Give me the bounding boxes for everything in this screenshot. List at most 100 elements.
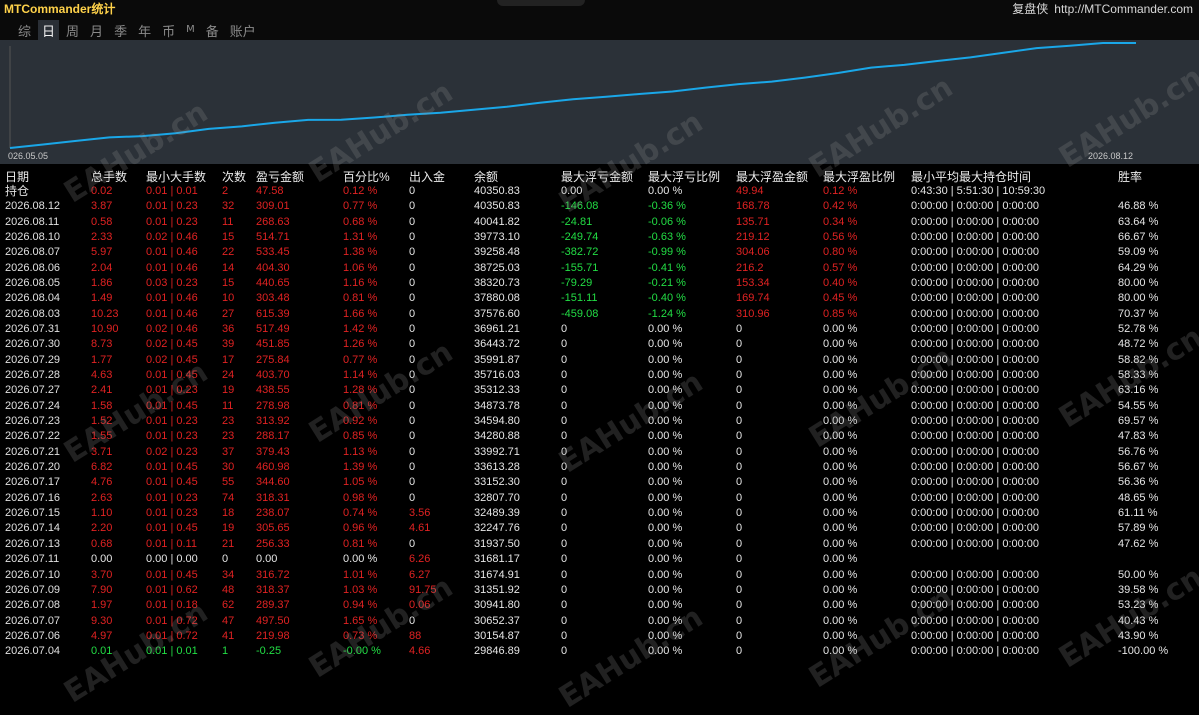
- cell-percent: 0.85 %: [343, 430, 378, 443]
- cell-minmax-lots: 0.02 | 0.46: [146, 323, 198, 336]
- cell-max-float-profit-ratio: 0.00 %: [823, 507, 858, 520]
- table-row[interactable]: 2026.07.21 3.71 0.02 | 0.23 37 379.43 1.13 % 0…: [0, 445, 1199, 460]
- cell-percent: 0.73 %: [343, 629, 378, 642]
- cell-balance: 38725.03: [474, 261, 520, 274]
- cell-max-float-profit-ratio: 0.00 %: [823, 583, 858, 596]
- tab-quarter[interactable]: 季: [110, 20, 131, 41]
- cell-max-float-profit-ratio: 0.00 %: [823, 537, 858, 550]
- cell-max-float-loss: 0: [561, 369, 568, 382]
- cell-max-float-profit: 219.12: [736, 231, 770, 244]
- cell-balance: 39773.10: [474, 231, 520, 244]
- header-pnl: 盈亏金额: [256, 170, 305, 184]
- cell-date: 2026.07.20: [5, 461, 61, 474]
- cell-max-float-profit: 0: [736, 338, 743, 351]
- table-row[interactable]: 2026.08.03 10.23 0.01 | 0.46 27 615.39 1.66 %…: [0, 307, 1199, 322]
- cell-balance: 40350.83: [474, 200, 520, 213]
- cell-percent: 0.92 %: [343, 415, 378, 428]
- tab-summary[interactable]: 综: [14, 20, 35, 41]
- table-row[interactable]: 2026.07.30 8.73 0.02 | 0.45 39 451.85 1.26 % 0…: [0, 337, 1199, 352]
- cell-max-float-loss: 0: [561, 384, 568, 397]
- table-row[interactable]: 2026.07.20 6.82 0.01 | 0.45 30 460.98 1.39 % 0…: [0, 460, 1199, 475]
- tab-day[interactable]: 日: [38, 20, 60, 41]
- table-row[interactable]: 2026.08.12 3.87 0.01 | 0.23 32 309.01 0.77 % 0…: [0, 199, 1199, 214]
- table-row[interactable]: 2026.07.29 1.77 0.02 | 0.45 17 275.84 0.77 % 0…: [0, 353, 1199, 368]
- cell-max-float-loss-ratio: -0.36 %: [648, 200, 686, 213]
- brand[interactable]: 复盘侠 http://MTCommander.com: [1012, 0, 1193, 17]
- table-row[interactable]: 2026.07.16 2.63 0.01 | 0.23 74 318.31 0.98 % 0…: [0, 491, 1199, 506]
- cell-max-float-profit-ratio: 0.00 %: [823, 430, 858, 443]
- table-row[interactable]: 2026.07.28 4.63 0.01 | 0.45 24 403.70 1.14 % 0…: [0, 368, 1199, 383]
- header-hold-time: 最小平均最大持仓时间: [911, 170, 1032, 184]
- cell-deposit: 4.61: [409, 522, 431, 535]
- table-row[interactable]: 2026.07.22 1.55 0.01 | 0.23 23 288.17 0.85 % 0…: [0, 429, 1199, 444]
- cell-deposit: 0: [409, 307, 416, 320]
- table-row[interactable]: 2026.07.10 3.70 0.01 | 0.45 34 316.72 1.01 % 6…: [0, 568, 1199, 583]
- table-row[interactable]: 2026.08.06 2.04 0.01 | 0.46 14 404.30 1.06 % 0…: [0, 261, 1199, 276]
- cell-max-float-loss: 0: [561, 553, 568, 566]
- tab-m[interactable]: M: [182, 20, 199, 41]
- table-row[interactable]: 2026.07.04 0.01 0.01 | 0.01 1 -0.25 -0.00 % 4.…: [0, 644, 1199, 659]
- cell-minmax-lots: 0.02 | 0.45: [146, 338, 198, 351]
- tab-account[interactable]: 账户: [226, 20, 260, 41]
- cell-count: 24: [222, 369, 235, 382]
- tab-year[interactable]: 年: [134, 20, 155, 41]
- cell-max-float-profit-ratio: 0.00 %: [823, 445, 858, 458]
- table-row[interactable]: 2026.07.13 0.68 0.01 | 0.11 21 256.33 0.81 % 0…: [0, 537, 1199, 552]
- table-row[interactable]: 2026.07.24 1.58 0.01 | 0.45 11 278.98 0.81 % 0…: [0, 399, 1199, 414]
- cell-date: 2026.07.17: [5, 476, 61, 489]
- chart-x-end-label: 2026.08.12: [1088, 151, 1134, 161]
- table-row[interactable]: 2026.08.11 0.58 0.01 | 0.23 11 268.63 0.68 % 0…: [0, 215, 1199, 230]
- cell-max-float-profit: 0: [736, 491, 743, 504]
- cell-max-float-profit: 0: [736, 583, 743, 596]
- cell-win-rate: 61.11 %: [1118, 507, 1158, 520]
- table-row[interactable]: 2026.07.31 10.90 0.02 | 0.46 36 517.49 1.42 %…: [0, 322, 1199, 337]
- cell-max-float-profit: 0: [736, 645, 743, 658]
- cell-minmax-lots: 0.01 | 0.62: [146, 583, 198, 596]
- cell-win-rate: 69.57 %: [1118, 415, 1159, 428]
- cell-pnl: 318.31: [256, 491, 290, 504]
- cell-date: 2026.08.03: [5, 307, 61, 320]
- cell-max-float-loss-ratio: 0.00 %: [648, 353, 683, 366]
- header-date: 日期: [5, 170, 30, 184]
- cell-pnl: 316.72: [256, 568, 290, 581]
- cell-minmax-lots: 0.01 | 0.45: [146, 476, 198, 489]
- cell-max-float-loss: 0: [561, 629, 568, 642]
- table-row[interactable]: 2026.08.07 5.97 0.01 | 0.46 22 533.45 1.38 % 0…: [0, 245, 1199, 260]
- cell-max-float-loss-ratio: 0.00 %: [648, 599, 683, 612]
- table-row[interactable]: 2026.07.11 0.00 0.00 | 0.00 0 0.00 0.00 % 6.26…: [0, 552, 1199, 567]
- cell-hold-time: 0:00:00 | 0:00:00 | 0:00:00: [911, 430, 1040, 443]
- cell-count: 22: [222, 246, 235, 259]
- brand-url[interactable]: http://MTCommander.com: [1054, 2, 1193, 16]
- cell-max-float-profit-ratio: 0.00 %: [823, 461, 858, 474]
- cell-deposit: 0: [409, 323, 416, 336]
- cell-max-float-loss-ratio: 0.00 %: [648, 338, 683, 351]
- cell-max-float-profit-ratio: 0.00 %: [823, 568, 858, 581]
- table-row[interactable]: 2026.07.27 2.41 0.01 | 0.23 19 438.55 1.28 % 0…: [0, 383, 1199, 398]
- table-row[interactable]: 2026.07.08 1.97 0.01 | 0.18 62 289.37 0.94 % 0…: [0, 598, 1199, 613]
- table-row[interactable]: 2026.08.05 1.86 0.03 | 0.23 15 440.65 1.16 % 0…: [0, 276, 1199, 291]
- cell-balance: 34873.78: [474, 399, 520, 412]
- table-row[interactable]: 2026.07.15 1.10 0.01 | 0.23 18 238.07 0.74 % 3…: [0, 506, 1199, 521]
- cell-max-float-loss-ratio: -0.40 %: [648, 292, 686, 305]
- tab-backup[interactable]: 备: [202, 20, 223, 41]
- table-row[interactable]: 2026.07.07 9.30 0.01 | 0.72 47 497.50 1.65 % 0…: [0, 614, 1199, 629]
- cell-date: 2026.07.21: [5, 445, 61, 458]
- table-row[interactable]: 2026.07.23 1.52 0.01 | 0.23 23 313.92 0.92 % 0…: [0, 414, 1199, 429]
- table-row[interactable]: 2026.08.04 1.49 0.01 | 0.46 10 303.48 0.81 % 0…: [0, 291, 1199, 306]
- position-row[interactable]: 持仓 0.02 0.01 | 0.01 2 47.58 0.12 % 0 40350.83 0.…: [0, 184, 1199, 199]
- cell-win-rate: 40.43 %: [1118, 614, 1159, 627]
- table-row[interactable]: 2026.07.17 4.76 0.01 | 0.45 55 344.60 1.05 % 0…: [0, 475, 1199, 490]
- tab-currency[interactable]: 币: [158, 20, 179, 41]
- cell-max-float-loss-ratio: 0.00 %: [648, 537, 683, 550]
- table-row[interactable]: 2026.08.10 2.33 0.02 | 0.46 15 514.71 1.31 % 0…: [0, 230, 1199, 245]
- cell-lots: 2.41: [91, 384, 113, 397]
- cell-win-rate: 80.00 %: [1118, 292, 1159, 305]
- table-row[interactable]: 2026.07.14 2.20 0.01 | 0.45 19 305.65 0.96 % 4…: [0, 521, 1199, 536]
- cell-pnl: 313.92: [256, 415, 290, 428]
- tab-week[interactable]: 周: [62, 20, 83, 41]
- table-row[interactable]: 2026.07.09 7.90 0.01 | 0.62 48 318.37 1.03 % 9…: [0, 583, 1199, 598]
- table-row[interactable]: 2026.07.06 4.97 0.01 | 0.72 41 219.98 0.73 % 8…: [0, 629, 1199, 644]
- tab-month[interactable]: 月: [86, 20, 107, 41]
- cell-percent: 1.06 %: [343, 261, 378, 274]
- cell-balance: 37576.60: [474, 307, 520, 320]
